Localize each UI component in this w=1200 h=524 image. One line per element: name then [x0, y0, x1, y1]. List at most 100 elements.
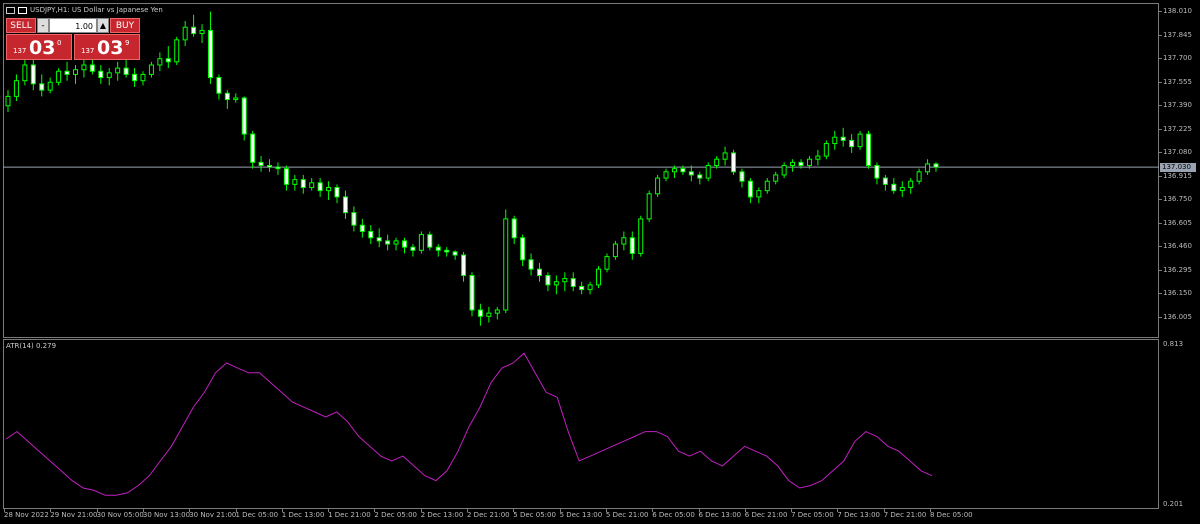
- time-axis-label: 8 Dec 05:00: [930, 511, 973, 519]
- lot-size-input[interactable]: 1.00: [49, 18, 97, 33]
- candle-body: [790, 161, 796, 167]
- candle-body: [477, 309, 483, 317]
- candle-body: [418, 234, 424, 251]
- price-scale-label: 137.700: [1163, 54, 1192, 63]
- price-scale-tick: [1159, 246, 1162, 248]
- candle-body: [857, 133, 863, 148]
- time-axis-tick: [50, 509, 52, 512]
- candle-body: [688, 171, 694, 176]
- candle-body: [882, 177, 888, 185]
- candle-body: [233, 97, 239, 101]
- price-scale-tick: [1159, 81, 1162, 83]
- price-scale-tick: [1159, 152, 1162, 154]
- candle-body: [764, 180, 770, 192]
- candle-body: [241, 97, 247, 135]
- candle-body: [655, 177, 661, 195]
- one-click-trading-panel: SELL - 1.00 ▲ BUY 137 03 0 137 03 9: [6, 18, 140, 60]
- candle-body: [908, 180, 914, 188]
- candle-body: [435, 246, 441, 251]
- candle-body: [731, 152, 737, 173]
- candle-body: [207, 29, 213, 79]
- time-axis-tick: [420, 509, 422, 512]
- candle-body: [47, 81, 53, 91]
- time-axis-tick: [467, 509, 468, 512]
- candle-body: [899, 186, 905, 192]
- sell-button[interactable]: SELL: [6, 18, 36, 33]
- time-axis-label: 6 Dec 21:00: [744, 511, 788, 519]
- candle-body: [933, 163, 939, 168]
- candle-body: [756, 190, 762, 198]
- candle-body: [132, 73, 138, 82]
- time-axis-tick: [559, 509, 561, 512]
- price-scale-tick: [1159, 175, 1162, 177]
- candle-body: [444, 249, 450, 253]
- candle-body: [224, 92, 230, 101]
- candle-body: [140, 73, 146, 82]
- candle-body: [334, 186, 340, 198]
- time-axis-label: 2 Dec 05:00: [374, 511, 418, 519]
- candle-body: [925, 163, 931, 173]
- candle-body: [22, 64, 28, 82]
- candle-body: [528, 259, 534, 270]
- price-scale-label: 136.915: [1163, 171, 1192, 180]
- candle-body: [309, 182, 315, 188]
- candle-body: [596, 268, 602, 286]
- candle-body: [545, 274, 551, 286]
- price-scale-label: 137.390: [1163, 101, 1192, 110]
- candle-body: [5, 95, 11, 107]
- atr-indicator-title: ATR(14) 0.279: [6, 342, 57, 350]
- candle-body: [781, 165, 787, 176]
- price-scale-tick: [1159, 105, 1162, 107]
- candle-body: [182, 26, 188, 41]
- candle-body: [461, 254, 467, 276]
- lot-decrease-button[interactable]: -: [37, 18, 49, 33]
- chart-canvas: [3, 11, 1159, 496]
- time-axis-tick: [744, 509, 746, 512]
- time-axis-label: 28 Nov 2022: [4, 511, 49, 519]
- candle-body: [81, 64, 87, 71]
- time-axis-label: 1 Dec 21:00: [328, 511, 371, 519]
- chart-type-icon: [18, 6, 27, 14]
- candle-body: [621, 237, 627, 245]
- candle-body: [520, 237, 526, 261]
- price-scale-tick: [1159, 34, 1162, 36]
- price-scale-label: 136.005: [1163, 313, 1192, 321]
- candle-body: [275, 166, 281, 170]
- candle-body: [562, 278, 568, 283]
- candle-body: [874, 165, 880, 179]
- candle-body: [326, 186, 332, 192]
- chart-window[interactable]: USDJPY,H1: US Dollar vs Japanese Yen SEL…: [0, 0, 1200, 524]
- candle-body: [697, 174, 703, 179]
- price-scale-tick: [1159, 11, 1162, 12]
- time-axis-label: 2 Dec 21:00: [467, 511, 510, 519]
- price-scale-label: 137.555: [1163, 77, 1192, 86]
- time-axis-label: 30 Nov 13:00: [142, 511, 191, 519]
- lot-increase-button[interactable]: ▲: [97, 18, 109, 33]
- time-axis-label: 6 Dec 13:00: [698, 511, 742, 519]
- time-axis-tick: [142, 509, 144, 512]
- candle-body: [806, 158, 812, 167]
- time-axis-label: 1 Dec 05:00: [235, 511, 279, 519]
- time-axis-tick: [837, 509, 839, 512]
- candle-body: [773, 174, 779, 182]
- candle-body: [612, 243, 618, 258]
- price-scale-tick: [1159, 222, 1162, 224]
- time-axis-label: 6 Dec 05:00: [652, 511, 695, 519]
- time-axis-tick: [189, 509, 191, 512]
- sell-quote[interactable]: 137 03 0: [6, 34, 72, 60]
- time-axis-label: 7 Dec 21:00: [883, 511, 927, 519]
- candle-body: [570, 278, 576, 287]
- current-price-label: 137.030: [1160, 163, 1196, 173]
- time-axis[interactable]: 28 Nov 2022 29 Nov 21:00 30 Nov 05:00 30 No…: [0, 509, 1160, 524]
- atr-scale[interactable]: 0.813 0.201: [1159, 339, 1200, 509]
- candle-body: [815, 155, 821, 160]
- buy-button[interactable]: BUY: [110, 18, 140, 33]
- price-scale-label: 136.750: [1163, 195, 1192, 204]
- candle-body: [604, 256, 610, 270]
- candle-body: [359, 224, 365, 232]
- candle-body: [553, 281, 559, 286]
- candle-body: [680, 168, 686, 173]
- buy-quote[interactable]: 137 03 9: [74, 34, 140, 60]
- candle-body: [739, 171, 745, 182]
- candle-body: [452, 251, 458, 256]
